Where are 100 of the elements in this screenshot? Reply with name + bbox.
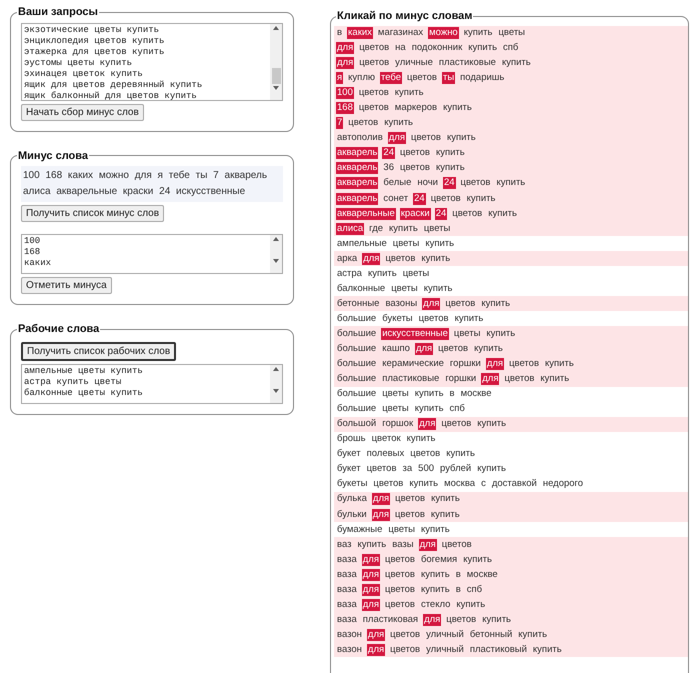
word[interactable]: горшки bbox=[448, 358, 482, 370]
minus-word[interactable]: для bbox=[336, 42, 354, 54]
word[interactable]: ваза bbox=[336, 584, 358, 596]
word[interactable]: купить bbox=[420, 584, 451, 596]
minus-word[interactable]: акварельные bbox=[336, 208, 396, 220]
minus-word[interactable]: акварель bbox=[336, 177, 378, 190]
word[interactable]: ваза bbox=[336, 568, 358, 581]
word[interactable]: ваза bbox=[336, 614, 358, 626]
minus-word[interactable]: 24 bbox=[382, 147, 395, 160]
word[interactable]: москва bbox=[443, 478, 476, 490]
word[interactable]: уличный bbox=[425, 644, 465, 656]
word[interactable]: вазы bbox=[391, 538, 415, 551]
minus-word[interactable]: акварель bbox=[336, 162, 378, 174]
minus-word[interactable]: для bbox=[362, 252, 380, 265]
minus-word[interactable]: для bbox=[418, 418, 436, 430]
word[interactable]: стекло bbox=[420, 598, 452, 611]
word[interactable]: подоконник bbox=[410, 42, 464, 54]
word[interactable]: купить bbox=[462, 27, 494, 40]
word[interactable]: цветов bbox=[384, 252, 416, 265]
word[interactable]: брошь bbox=[336, 433, 367, 446]
scrollbar[interactable] bbox=[270, 235, 282, 273]
word[interactable]: букеты bbox=[336, 478, 368, 490]
word[interactable]: купить bbox=[394, 87, 425, 100]
arrow-up-icon[interactable] bbox=[273, 26, 279, 30]
minus-word[interactable]: 100 bbox=[336, 87, 354, 100]
minus-word[interactable]: искусственные bbox=[381, 328, 449, 340]
arrow-up-icon[interactable] bbox=[273, 366, 279, 370]
minus-words-textarea[interactable]: 100 168 каких bbox=[21, 234, 283, 274]
word[interactable]: доставкой bbox=[490, 478, 538, 490]
word[interactable]: в bbox=[454, 584, 462, 596]
word[interactable]: купить bbox=[430, 508, 461, 521]
queries-textarea[interactable]: экзотические цветы купить энциклопедия цветов купить этажерка для цветов купить эустомы цветы купить эхинацея цветок купить ящик для цветов деревянный купить ящик балконный для цветов купить bbox=[21, 22, 283, 100]
word[interactable]: пластиковый bbox=[468, 644, 528, 656]
word[interactable]: цветы bbox=[387, 524, 416, 536]
word[interactable]: полевых bbox=[366, 448, 406, 460]
minus-word[interactable]: тебе bbox=[380, 72, 402, 84]
word[interactable]: купить bbox=[388, 222, 419, 235]
word[interactable]: цветов bbox=[366, 463, 398, 476]
word[interactable]: цветов bbox=[440, 538, 473, 551]
word[interactable]: цветов bbox=[384, 584, 416, 596]
word[interactable]: цветов bbox=[409, 448, 442, 460]
word[interactable]: балконные bbox=[336, 282, 386, 295]
word[interactable]: с bbox=[480, 478, 487, 490]
word[interactable]: купить bbox=[487, 208, 518, 220]
word[interactable]: купить bbox=[446, 132, 477, 144]
word[interactable]: купить bbox=[442, 102, 473, 114]
minus-word[interactable]: для bbox=[366, 644, 386, 656]
word[interactable]: цветов bbox=[389, 644, 422, 656]
word[interactable]: купить bbox=[454, 312, 484, 325]
minus-word[interactable]: для bbox=[423, 614, 442, 626]
minus-word[interactable]: для bbox=[362, 584, 380, 596]
word[interactable]: купить bbox=[462, 554, 493, 566]
word[interactable]: купить bbox=[532, 644, 563, 656]
scrollbar-thumb[interactable] bbox=[272, 68, 280, 84]
minus-word[interactable]: 7 bbox=[336, 117, 344, 130]
word[interactable]: купить bbox=[366, 268, 398, 280]
minus-word[interactable]: для bbox=[388, 132, 406, 144]
word[interactable]: арка bbox=[336, 252, 358, 265]
word[interactable]: купить bbox=[500, 57, 532, 70]
word[interactable]: кашпо bbox=[381, 343, 411, 355]
word[interactable]: купить bbox=[420, 524, 451, 536]
word[interactable]: вазоны bbox=[384, 298, 418, 310]
word[interactable]: горшки bbox=[444, 373, 478, 386]
word[interactable]: где bbox=[368, 222, 384, 235]
word[interactable]: купить bbox=[430, 493, 461, 506]
minus-word[interactable]: для bbox=[336, 57, 354, 70]
word[interactable]: цветов bbox=[384, 598, 416, 611]
word[interactable]: рублей bbox=[439, 463, 472, 476]
word[interactable]: магазинах bbox=[376, 27, 424, 40]
word[interactable]: большой bbox=[336, 418, 378, 430]
word[interactable]: ночи bbox=[416, 177, 439, 190]
minus-word[interactable]: ты bbox=[442, 72, 456, 84]
minus-word[interactable]: алиса bbox=[336, 222, 364, 235]
word[interactable]: автополив bbox=[336, 132, 384, 144]
word[interactable]: вазон bbox=[336, 628, 363, 641]
minus-word[interactable]: для bbox=[362, 598, 380, 611]
minus-word[interactable]: 168 bbox=[336, 102, 354, 114]
word[interactable]: цветы bbox=[381, 403, 410, 416]
scrollbar[interactable] bbox=[270, 364, 282, 402]
word[interactable]: ваз bbox=[336, 538, 352, 551]
word[interactable]: большие bbox=[336, 373, 378, 386]
arrow-down-icon[interactable] bbox=[273, 86, 279, 90]
minus-word[interactable]: 24 bbox=[434, 208, 448, 220]
word[interactable]: букет bbox=[336, 463, 362, 476]
word[interactable]: цветов bbox=[418, 312, 450, 325]
word[interactable]: купить bbox=[455, 598, 486, 611]
minus-word[interactable]: краски bbox=[400, 208, 431, 220]
word[interactable]: купить bbox=[481, 614, 512, 626]
word[interactable]: купить bbox=[480, 298, 512, 310]
minus-word[interactable]: для bbox=[372, 493, 390, 506]
word[interactable]: 500 bbox=[417, 463, 436, 476]
word[interactable]: москве bbox=[460, 388, 493, 400]
word[interactable]: уличные bbox=[394, 57, 434, 70]
action-button[interactable]: Начать сбор минус слов bbox=[21, 104, 144, 120]
word[interactable]: купить bbox=[434, 147, 466, 160]
word[interactable]: цветов bbox=[384, 554, 416, 566]
word[interactable]: цветов bbox=[406, 72, 438, 84]
arrow-up-icon[interactable] bbox=[273, 237, 279, 241]
word[interactable]: цветы bbox=[422, 222, 452, 235]
scrollbar[interactable] bbox=[270, 24, 282, 100]
